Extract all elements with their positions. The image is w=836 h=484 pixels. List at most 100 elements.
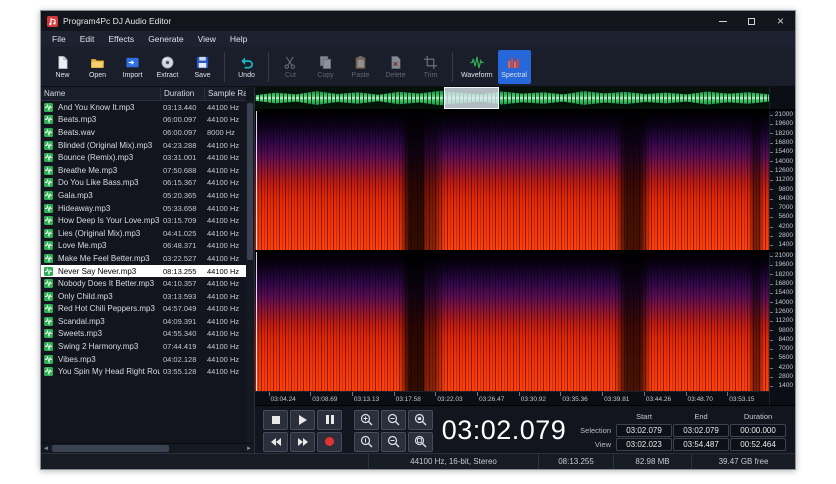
time-tick: [643, 392, 645, 396]
maximize-button[interactable]: [737, 11, 766, 31]
file-list-item[interactable]: Make Me Feel Better.mp3 03:22.527 44100 …: [41, 252, 246, 265]
scroll-left-arrow-icon[interactable]: ◄: [41, 444, 51, 453]
waveform-view-button[interactable]: Waveform: [458, 50, 496, 84]
record-button[interactable]: [317, 431, 342, 452]
time-tick: [685, 392, 687, 396]
time-ruler[interactable]: 03:04.24 03:08.69 03:13.13 03:17.58 03:22.03…: [255, 391, 769, 405]
delete-button[interactable]: Delete: [379, 50, 412, 84]
file-name: Red Hot Chili Peppers.mp3: [58, 304, 155, 314]
menu-item[interactable]: Edit: [73, 32, 102, 46]
column-header-duration[interactable]: Duration: [160, 87, 204, 100]
zoom-full-button[interactable]: [408, 431, 433, 452]
selection-duration-field[interactable]: 00:00.000: [730, 424, 786, 437]
toolbar-separator: [268, 51, 269, 82]
open-button[interactable]: Open: [81, 50, 114, 84]
file-list-item[interactable]: Scandal.mp3 04:09.391 44100 Hz: [41, 315, 246, 328]
column-header-sample-rate[interactable]: Sample Rate: [204, 87, 246, 100]
time-tick: [477, 392, 479, 396]
save-floppy-icon: [195, 55, 210, 71]
open-folder-icon: [90, 55, 105, 71]
zoom-out-vertical-button[interactable]: [381, 431, 406, 452]
time-tick-cell: 03:53.15: [727, 392, 769, 405]
zoom-out-button[interactable]: [381, 409, 406, 430]
file-list-item[interactable]: Never Say Never.mp3 08:13.255 44100 Hz: [41, 264, 246, 278]
menu-item[interactable]: Effects: [101, 32, 141, 46]
frequency-label: 19600: [774, 261, 793, 269]
file-list-item[interactable]: Nobody Does It Better.mp3 04:10.357 4410…: [41, 277, 246, 290]
file-list-item[interactable]: Lies (Original Mix).mp3 04:41.025 44100 …: [41, 227, 246, 240]
file-list-item[interactable]: Only Child.mp3 03:13.593 44100 Hz: [41, 290, 246, 303]
extract-button[interactable]: Extract: [151, 50, 184, 84]
spectrogram-right-channel[interactable]: [255, 252, 769, 391]
menu-item[interactable]: Generate: [141, 32, 190, 46]
frequency-label: 15400: [774, 289, 793, 297]
zoom-in-button[interactable]: [354, 409, 379, 430]
fast-forward-button[interactable]: [290, 431, 315, 452]
trim-button[interactable]: Trim: [414, 50, 447, 84]
file-list-item[interactable]: Breathe Me.mp3 07:50.688 44100 Hz: [41, 164, 246, 177]
file-name: Only Child.mp3: [58, 291, 113, 301]
menu-item[interactable]: File: [45, 32, 73, 46]
file-list-item[interactable]: Beats.wav 06:00.097 8000 Hz: [41, 126, 246, 139]
view-start-field[interactable]: 03:02.023: [616, 438, 672, 451]
close-button[interactable]: ×: [766, 11, 795, 31]
file-list-item[interactable]: Bounce (Remix).mp3 03:31.001 44100 Hz: [41, 151, 246, 164]
undo-button[interactable]: Undo: [230, 50, 263, 84]
file-list-item[interactable]: You Spin My Head Right Round... 03:55.12…: [41, 365, 246, 378]
file-list-item[interactable]: Do You Like Bass.mp3 06:15.367 44100 Hz: [41, 177, 246, 190]
frequency-tick: [770, 283, 773, 285]
import-button[interactable]: Import: [116, 50, 149, 84]
frequency-label: 14000: [774, 157, 793, 165]
selection-start-field[interactable]: 03:02.079: [616, 424, 672, 437]
horizontal-scrollbar-thumb[interactable]: [52, 445, 170, 452]
file-list-item[interactable]: Hideaway.mp3 05:33.658 44100 Hz: [41, 202, 246, 215]
file-list-item[interactable]: Blinded (Original Mix).mp3 04:23.288 441…: [41, 139, 246, 152]
scroll-right-arrow-icon[interactable]: ►: [244, 444, 254, 453]
play-button[interactable]: [290, 409, 315, 430]
file-name: Vibes.mp3: [58, 354, 96, 364]
vertical-scrollbar-thumb[interactable]: [247, 103, 253, 261]
playhead-cursor[interactable]: [256, 111, 257, 250]
file-list-item[interactable]: Gala.mp3 05:20.365 44100 Hz: [41, 189, 246, 202]
pause-button[interactable]: [317, 409, 342, 430]
frequency-tick: [770, 311, 773, 313]
overview-waveform[interactable]: [255, 87, 769, 109]
file-list-item[interactable]: How Deep Is Your Love.mp3 03:15.709 4410…: [41, 214, 246, 227]
frequency-label: 18200: [774, 270, 793, 278]
paste-button[interactable]: Paste: [344, 50, 377, 84]
file-duration: 04:55.340: [163, 329, 197, 339]
playhead-cursor[interactable]: [256, 252, 257, 391]
overview-selection-region[interactable]: [444, 87, 500, 109]
file-list-item[interactable]: And You Know It.mp3 03:13.440 44100 Hz: [41, 101, 246, 114]
zoom-selection-button[interactable]: [408, 409, 433, 430]
frequency-tick: [770, 245, 773, 247]
file-list-item[interactable]: Beats.mp3 06:00.097 44100 Hz: [41, 114, 246, 127]
zoom-in-vertical-button[interactable]: [354, 431, 379, 452]
vertical-scrollbar[interactable]: [246, 101, 254, 443]
file-list-item[interactable]: Red Hot Chili Peppers.mp3 04:57.049 4410…: [41, 303, 246, 316]
new-button[interactable]: New: [46, 50, 79, 84]
frequency-label: 9800: [778, 326, 793, 334]
spectral-view-button[interactable]: Spectral: [497, 49, 531, 84]
column-header-name[interactable]: Name: [44, 89, 160, 98]
rewind-button[interactable]: [263, 431, 288, 452]
file-list-item[interactable]: Swing 2 Harmony.mp3 07:44.419 44100 Hz: [41, 340, 246, 353]
selection-view-panel: Start End Duration Selection 03:02.079 0…: [575, 410, 787, 451]
menu-item[interactable]: View: [191, 32, 223, 46]
file-list-item[interactable]: Vibes.mp3 04:02.128 44100 Hz: [41, 353, 246, 366]
copy-button[interactable]: Copy: [309, 50, 342, 84]
stop-button[interactable]: [263, 409, 288, 430]
minimize-button[interactable]: [708, 11, 737, 31]
cut-button[interactable]: Cut: [274, 50, 307, 84]
menu-item[interactable]: Help: [223, 32, 254, 46]
selection-end-field[interactable]: 03:02.079: [673, 424, 729, 437]
spectrogram-left-channel[interactable]: [255, 111, 769, 250]
file-list-item[interactable]: Love Me.mp3 06:48.371 44100 Hz: [41, 240, 246, 253]
file-sample-rate: 44100 Hz: [207, 102, 240, 112]
audio-file-icon: [44, 342, 58, 352]
view-end-field[interactable]: 03:54.487: [673, 438, 729, 451]
view-duration-field[interactable]: 00:52.464: [730, 438, 786, 451]
horizontal-scrollbar[interactable]: ◄ ►: [41, 443, 254, 453]
file-list-item[interactable]: Sweets.mp3 04:55.340 44100 Hz: [41, 328, 246, 341]
save-button[interactable]: Save: [186, 50, 219, 84]
